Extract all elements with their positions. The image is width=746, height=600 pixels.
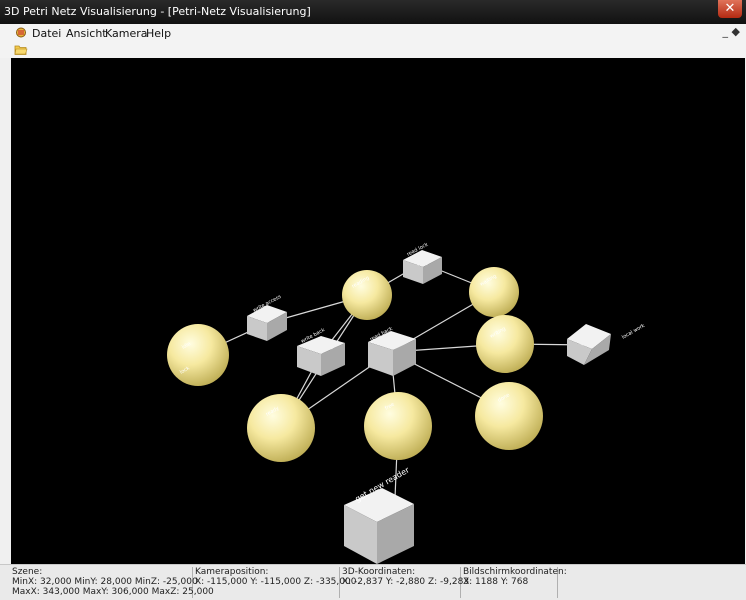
title-bar: 3D Petri Netz Visualisierung - [Petri-Ne… bbox=[0, 0, 746, 24]
transition-label-local-work: local work bbox=[621, 323, 646, 341]
3d-viewport[interactable]: get new reader local work read back writ… bbox=[11, 58, 745, 564]
open-folder-icon[interactable] bbox=[14, 44, 28, 55]
status-szene-max: MaxX: 343,000 MaxY: 306,000 MaxZ: 25,000 bbox=[12, 587, 214, 597]
menu-kamera[interactable]: Kamera bbox=[105, 27, 148, 40]
close-button[interactable]: ✕ bbox=[718, 0, 742, 18]
scene-labels: get new reader local work read back writ… bbox=[179, 242, 646, 504]
status-bildschirm-title: Bildschirmkoordinaten: bbox=[463, 567, 567, 577]
petri-net-scene: get new reader local work read back writ… bbox=[167, 242, 646, 564]
app-icon bbox=[16, 27, 26, 38]
menu-datei[interactable]: Datei bbox=[32, 27, 61, 40]
place[interactable] bbox=[475, 382, 543, 450]
status-panel-kamera: Kameraposition: X: -115,000 Y: -115,000 … bbox=[193, 567, 357, 598]
status-panel-3d-koordinaten: 3D-Koordinaten: X: -2,837 Y: -2,880 Z: -… bbox=[340, 567, 470, 598]
status-kamera-title: Kameraposition: bbox=[195, 567, 269, 577]
status-panel-bildschirm: Bildschirmkoordinaten: X: 1188 Y: 768 bbox=[461, 567, 567, 598]
place[interactable] bbox=[476, 315, 534, 373]
toolbar bbox=[0, 42, 746, 58]
menu-bar: Datei Ansicht Kamera Help bbox=[0, 24, 746, 42]
status-szene-min: MinX: 32,000 MinY: 28,000 MinZ: -25,000 bbox=[12, 577, 198, 587]
menu-ansicht[interactable]: Ansicht bbox=[66, 27, 107, 40]
place[interactable] bbox=[364, 392, 432, 460]
place[interactable] bbox=[167, 324, 229, 386]
status-szene-title: Szene: bbox=[12, 567, 43, 577]
status-3d-title: 3D-Koordinaten: bbox=[342, 567, 416, 577]
window-title: 3D Petri Netz Visualisierung - [Petri-Ne… bbox=[4, 5, 311, 18]
transition[interactable] bbox=[567, 324, 611, 365]
status-3d-value: X: -2,837 Y: -2,880 Z: -9,283 bbox=[342, 577, 470, 587]
menu-help[interactable]: Help bbox=[146, 27, 171, 40]
status-panel-szene: Szene: MinX: 32,000 MinY: 28,000 MinZ: -… bbox=[10, 567, 214, 598]
mdi-window-controls[interactable]: _ ◆ bbox=[723, 25, 740, 38]
arcs bbox=[197, 262, 592, 499]
place[interactable] bbox=[247, 394, 315, 462]
status-bildschirm-value: X: 1188 Y: 768 bbox=[463, 577, 529, 587]
status-kamera-value: X: -115,000 Y: -115,000 Z: -335,000 bbox=[195, 577, 357, 587]
status-bar: Szene: MinX: 32,000 MinY: 28,000 MinZ: -… bbox=[0, 564, 746, 600]
